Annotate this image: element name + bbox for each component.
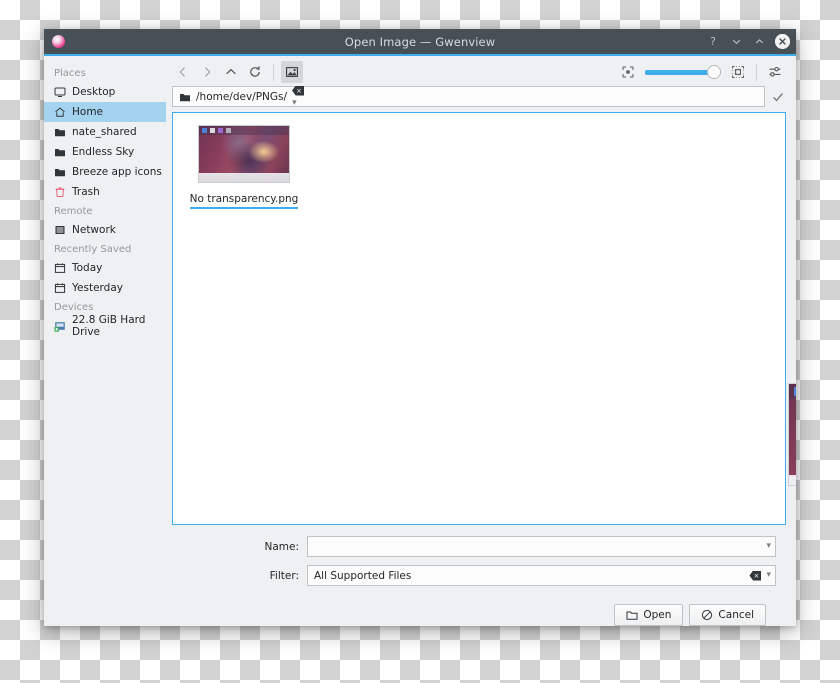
sidebar-item-label: Breeze app icons (72, 166, 162, 178)
sidebar-group-places: Places (54, 68, 86, 79)
file-list-view[interactable]: No transparency.png (172, 112, 796, 525)
back-icon[interactable] (172, 61, 194, 83)
clear-icon[interactable]: × (292, 85, 305, 96)
sidebar-group-remote: Remote (54, 206, 93, 217)
open-image-dialog: Open Image — Gwenview ? Places Desktop H… (44, 29, 796, 626)
sidebar-item-label: Endless Sky (72, 146, 135, 158)
title-bar[interactable]: Open Image — Gwenview ? (44, 29, 796, 56)
cancel-button-label: Cancel (718, 609, 754, 621)
sidebar-item-label: Network (72, 224, 116, 236)
calendar-icon (54, 262, 66, 274)
sidebar-item-today[interactable]: Today (44, 258, 166, 278)
thumbnail-titlebar (199, 126, 289, 135)
sidebar-item-label: Today (72, 262, 103, 274)
sidebar-item-label: 22.8 GiB Hard Drive (72, 314, 146, 338)
thumb-dot (218, 128, 223, 133)
sidebar-item-label: Home (72, 106, 104, 118)
folder-icon (54, 146, 66, 158)
preview-taskbar (789, 477, 796, 485)
clear-icon[interactable]: × (749, 570, 762, 581)
chevron-down-icon[interactable]: ▾ (766, 571, 771, 580)
zoom-large-icon[interactable] (727, 61, 749, 83)
close-button[interactable] (775, 34, 790, 49)
cancel-button[interactable]: Cancel (689, 604, 766, 626)
hard-drive-icon (54, 320, 66, 332)
image-preview (788, 383, 796, 486)
name-input[interactable]: ▾ (307, 536, 776, 557)
path-input[interactable]: /home/dev/PNGs/ × ▾ (172, 85, 765, 108)
zoom-small-icon[interactable] (617, 61, 639, 83)
sidebar-item-trash[interactable]: Trash (44, 182, 166, 202)
sidebar-item-nate-shared[interactable]: nate_shared (44, 122, 166, 142)
dialog-buttons: Open Cancel (182, 594, 776, 626)
toolbar-separator (273, 63, 274, 81)
zoom-slider-handle[interactable] (707, 65, 721, 79)
image-preview-icon[interactable] (281, 61, 303, 83)
sidebar-item-label: Trash (72, 186, 100, 198)
preview-icon (794, 387, 796, 396)
sidebar-item-label: Desktop (72, 86, 116, 98)
chevron-down-icon[interactable]: ▾ (766, 542, 771, 551)
preview-desktop-icons (789, 384, 796, 399)
file-form: Name: ▾ Filter: All Supported Files × ▾ … (172, 525, 786, 626)
toolbar-separator-2 (756, 63, 757, 81)
filter-row: Filter: All Supported Files × ▾ (182, 565, 776, 586)
filter-input[interactable]: All Supported Files × ▾ (307, 565, 776, 586)
folder-icon (54, 126, 66, 138)
path-text: /home/dev/PNGs/ (196, 90, 288, 103)
location-bar: /home/dev/PNGs/ × ▾ (172, 85, 786, 108)
zoom-slider[interactable] (645, 65, 721, 79)
forward-icon[interactable] (196, 61, 218, 83)
file-name-label: No transparency.png (189, 193, 299, 209)
home-icon (54, 106, 66, 118)
thumb-dot (210, 128, 215, 133)
file-browser-main: /home/dev/PNGs/ × ▾ No transparency.png … (166, 56, 796, 626)
file-item[interactable]: No transparency.png (189, 125, 299, 209)
monitor-icon (54, 86, 66, 98)
reload-icon[interactable] (244, 61, 266, 83)
trash-icon (54, 186, 66, 198)
check-icon[interactable] (770, 86, 786, 107)
name-label: Name: (264, 540, 299, 553)
sidebar-item-breeze-app-icons[interactable]: Breeze app icons (44, 162, 166, 182)
folder-open-icon (626, 609, 638, 621)
sidebar-item-home[interactable]: Home (44, 102, 166, 122)
sidebar-item-endless-sky[interactable]: Endless Sky (44, 142, 166, 162)
filter-label: Filter: (269, 569, 299, 582)
navigation-toolbar (172, 56, 786, 86)
window-controls: ? (706, 34, 790, 49)
calendar-icon (54, 282, 66, 294)
sidebar-item-network[interactable]: Network (44, 220, 166, 240)
up-icon[interactable] (220, 61, 242, 83)
zoom-control (617, 61, 749, 83)
places-sidebar: Places Desktop Home nate_shared Endless … (44, 56, 166, 626)
maximize-button[interactable] (752, 35, 766, 49)
filter-value: All Supported Files (314, 569, 412, 582)
window-title: Open Image — Gwenview (344, 34, 496, 49)
sidebar-item-hard-drive[interactable]: 22.8 GiB Hard Drive (44, 314, 166, 338)
name-row: Name: ▾ (182, 536, 776, 557)
thumb-dot (226, 128, 231, 133)
screenshot-thumbnail (198, 125, 290, 183)
sidebar-item-desktop[interactable]: Desktop (44, 82, 166, 102)
sidebar-item-label: nate_shared (72, 126, 137, 138)
gwenview-icon (52, 35, 65, 48)
network-icon (54, 224, 66, 236)
open-button[interactable]: Open (614, 604, 684, 626)
sidebar-group-recently-saved: Recently Saved (54, 244, 132, 255)
folder-icon (54, 166, 66, 178)
thumb-dot (202, 128, 207, 133)
options-sliders-icon[interactable] (764, 61, 786, 83)
sidebar-item-label: Yesterday (72, 282, 123, 294)
sidebar-item-yesterday[interactable]: Yesterday (44, 278, 166, 298)
folder-icon (179, 91, 191, 103)
help-button[interactable]: ? (706, 35, 720, 49)
open-button-label: Open (643, 609, 672, 621)
minimize-button[interactable] (729, 35, 743, 49)
cancel-icon (701, 609, 713, 621)
dialog-body: Places Desktop Home nate_shared Endless … (44, 56, 796, 626)
chevron-down-icon[interactable]: ▾ (292, 98, 297, 108)
